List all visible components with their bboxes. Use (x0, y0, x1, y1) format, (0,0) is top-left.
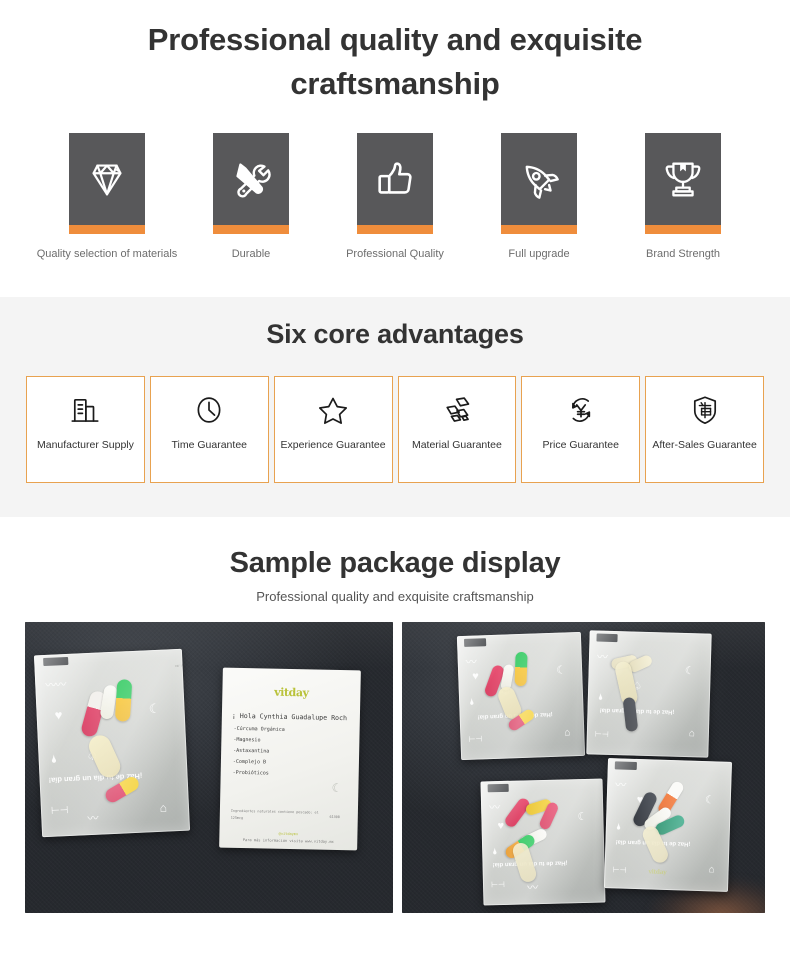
feature-label: Professional Quality (346, 248, 444, 261)
label-greeting: ¡ Hola Cynthia Guadalupe Roch (231, 711, 348, 723)
feature-accent-bar (501, 225, 577, 235)
feature-icon-row: Quality selection of materials Durable P… (0, 133, 790, 261)
feature-tile (213, 133, 289, 226)
sample-package-subtitle: Professional quality and exquisite craft… (256, 589, 534, 605)
feature-item-quality-materials: Quality selection of materials (37, 133, 177, 261)
gold-bars-icon (446, 397, 470, 423)
shield-sale-icon (693, 396, 716, 425)
feature-label: Durable (231, 248, 271, 261)
star-icon (319, 397, 348, 425)
core-card-material-guarantee[interactable]: Material Guarantee (397, 376, 517, 484)
feature-label: Quality selection of materials (36, 248, 178, 261)
sachet-edge (456, 632, 586, 761)
clock-icon (197, 397, 221, 423)
diamond-icon (84, 156, 130, 202)
label-ingredient: -Probióticos (232, 770, 269, 777)
label-weight: 61308 (329, 815, 340, 820)
feature-item-durable: Durable (213, 133, 289, 261)
sachet-bottom-left: 〰 ♥ ☾ 🌢 ♤ ⊢⊣ 〰 ¡Haz de tu día un gran dí… (480, 778, 606, 906)
sample-package-section: Sample package display Professional qual… (0, 517, 790, 942)
hero-section: Professional quality and exquisite craft… (0, 0, 790, 262)
core-card-label: After-Sales Guarantee (652, 439, 757, 452)
factory-icon (71, 399, 100, 423)
yen-refresh-icon (571, 398, 590, 423)
core-card-label: Manufacturer Supply (36, 439, 134, 452)
two-sachets-photo: 〰〰 ♥ ☾ 🌢 ♤ ⌂ ⊢⊣ 〰 www.vitday.mx ¡Haz de … (25, 622, 393, 914)
core-card-label: Material Guarantee (411, 439, 502, 452)
feature-item-brand-strength: Brand Strength (645, 133, 721, 261)
vitday-brand-logo: vitday (274, 685, 309, 700)
label-disclaimer: Ingredientes naturales contiene pescado:… (230, 808, 319, 815)
label-disclaimer-2: 125mcg (230, 815, 244, 821)
four-sachets-photo: 〰 ♥ ☾ 🌢 ♤ ⌂ ⊢⊣ ¡Haz de tu día un gran dí… (402, 622, 765, 914)
core-advantages-section: Six core advantages Manufacturer Supply (0, 297, 790, 518)
core-advantages-title: Six core advantages (266, 319, 524, 350)
core-card-experience-guarantee[interactable]: Experience Guarantee (273, 376, 393, 484)
core-card-price-guarantee[interactable]: Price Guarantee (521, 376, 641, 484)
product-detail-page: Professional quality and exquisite craft… (0, 0, 790, 972)
sachet-edge (480, 778, 606, 906)
core-card-label: Experience Guarantee (280, 439, 386, 452)
core-card-manufacturer-supply[interactable]: Manufacturer Supply (26, 376, 145, 484)
moon-decor-icon: ☾ (331, 781, 343, 796)
sachet-edge (33, 648, 191, 838)
feature-tile (69, 133, 145, 226)
sachet-with-pills: 〰〰 ♥ ☾ 🌢 ♤ ⌂ ⊢⊣ 〰 www.vitday.mx ¡Haz de … (33, 648, 191, 838)
sachet-edge (586, 630, 712, 758)
label-social-handle: @vitdaymx (278, 831, 299, 837)
feature-label: Brand Strength (646, 248, 720, 261)
feature-accent-bar (69, 225, 145, 235)
core-advantages-row: Manufacturer Supply Time Guarantee Exper… (0, 376, 790, 484)
rocket-icon (516, 156, 562, 202)
feature-label: Full upgrade (508, 248, 570, 261)
core-card-label: Time Guarantee (171, 439, 247, 452)
label-ingredient: -Magnesio (233, 737, 261, 744)
core-card-label: Price Guarantee (542, 439, 619, 452)
feature-tile (501, 133, 577, 226)
thumbs-up-icon (372, 156, 418, 202)
feature-tile (357, 133, 433, 226)
label-ingredient: -Complejo B (232, 759, 267, 766)
sachet-bottom-right: 〰 ♥ ☾ 🌢 ♤ ⌂ ⊢⊣ ¡Haz de tu día un gran dí… (603, 758, 733, 893)
feature-accent-bar (645, 225, 721, 235)
sample-package-title: Sample package display (229, 547, 561, 580)
label-ingredient: -Cúrcuma Orgánica (233, 726, 285, 734)
feature-accent-bar (357, 225, 433, 235)
page-title: Professional quality and exquisite craft… (147, 22, 643, 102)
core-card-after-sales-guarantee[interactable]: After-Sales Guarantee (645, 376, 764, 484)
sachet-with-label: vitday ¡ Hola Cynthia Guadalupe Roch -Cú… (219, 667, 361, 851)
sachet-edge (603, 758, 733, 893)
sachet-top-right: 〰 ☾ 🌢 ♤ ⌂ ⊢⊣ ¡Haz de tu día un gran día! (586, 630, 712, 758)
feature-accent-bar (213, 225, 289, 235)
feature-item-full-upgrade: Full upgrade (501, 133, 577, 261)
label-ingredient: -Astaxantina (233, 748, 270, 755)
sample-photo-row: 〰〰 ♥ ☾ 🌢 ♤ ⌂ ⊢⊣ 〰 www.vitday.mx ¡Haz de … (0, 604, 790, 941)
trophy-icon (660, 156, 706, 202)
feature-tile (645, 133, 721, 226)
feature-item-professional-quality: Professional Quality (346, 133, 444, 261)
tools-icon (228, 156, 274, 202)
core-card-time-guarantee[interactable]: Time Guarantee (149, 376, 269, 484)
sachet-top-left: 〰 ♥ ☾ 🌢 ♤ ⌂ ⊢⊣ ¡Haz de tu día un gran dí… (456, 632, 586, 761)
label-footer: Para más información visita www.vitday.m… (242, 838, 334, 845)
